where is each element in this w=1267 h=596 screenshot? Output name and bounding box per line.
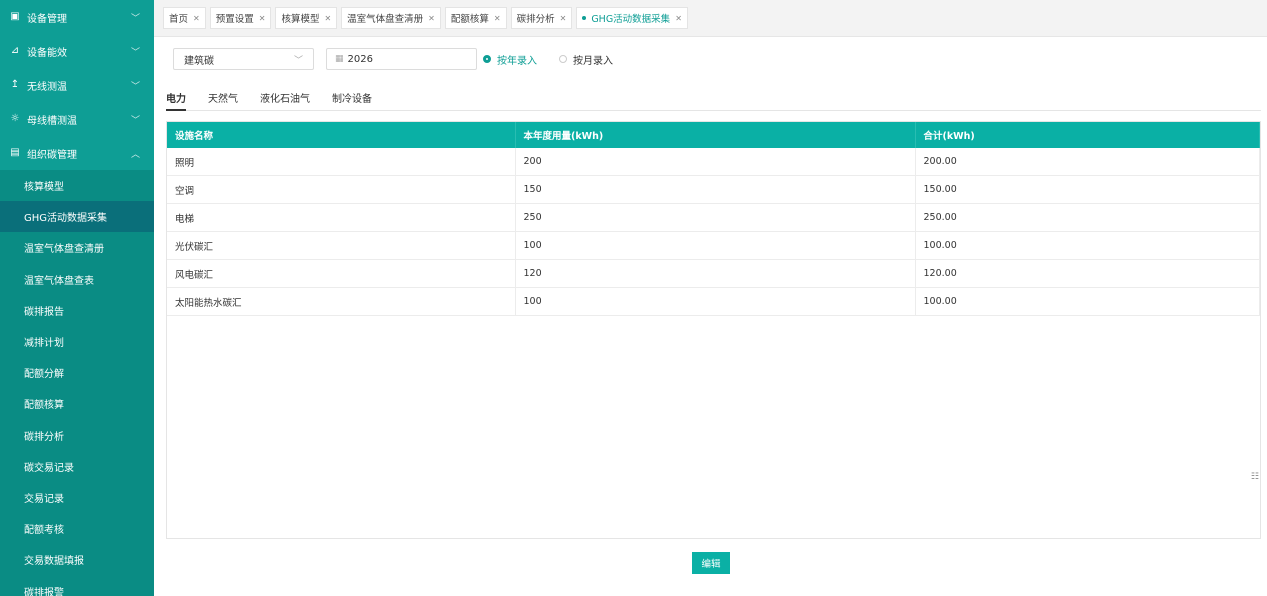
table-row: 空调 150 150.00: [167, 175, 1260, 204]
table-cell: 150.00: [915, 175, 1260, 204]
sun-icon: ☼: [10, 113, 20, 124]
sidebar-item[interactable]: 配额考核: [0, 513, 154, 544]
table-cell: 照明: [167, 148, 516, 176]
column-header: 设施名称: [167, 122, 516, 148]
sidebar-item[interactable]: 碳排报警: [0, 575, 154, 596]
tab-preset[interactable]: 预置设置 ✕: [209, 7, 272, 29]
column-settings-icon[interactable]: ☷: [1251, 472, 1259, 482]
sidebar-item[interactable]: 减排计划: [0, 326, 154, 357]
chevron-up-icon: ︿: [130, 150, 140, 160]
subtab-electricity[interactable]: 电力: [166, 90, 186, 111]
column-header: 合计(kWh): [915, 122, 1260, 148]
radio-circle: [559, 55, 567, 63]
active-dot-icon: [582, 16, 587, 20]
table-cell: 100: [515, 231, 916, 260]
table-cell: 120.00: [915, 259, 1260, 288]
sidebar-item[interactable]: 核算模型: [0, 170, 154, 201]
sidebar-item[interactable]: 配额分解: [0, 357, 154, 388]
chevron-down-icon: ﹀: [130, 116, 140, 126]
tab-model[interactable]: 核算模型 ✕: [275, 7, 338, 29]
device-icon: ▣: [10, 11, 20, 22]
energy-tabs: 电力 天然气 液化石油气 制冷设备: [166, 90, 1261, 111]
table-cell: 250.00: [915, 203, 1260, 232]
close-icon[interactable]: ✕: [324, 14, 331, 23]
chevron-down-icon: ﹀: [130, 82, 140, 92]
table-row: 太阳能热水碳汇 100 100.00: [167, 287, 1260, 316]
chevron-down-icon: ﹀: [130, 14, 140, 24]
org-icon: ▤: [10, 147, 20, 158]
table-cell: 250: [515, 203, 916, 232]
sidebar-item-active[interactable]: GHG活动数据采集: [0, 201, 154, 233]
sidebar-group-busbar-temp[interactable]: ☼ 母线槽测温 ﹀: [0, 102, 154, 136]
sidebar-group-org-carbon[interactable]: ▤ 组织碳管理 ︿: [0, 136, 154, 170]
chart-icon: ⊿: [10, 45, 20, 56]
table-header-row: 设施名称 本年度用量(kWh) 合计(kWh): [167, 122, 1260, 148]
tab-analysis[interactable]: 碳排分析 ✕: [510, 7, 573, 29]
radio-circle: [483, 55, 491, 63]
calendar-icon: ▦: [335, 54, 344, 64]
sidebar-submenu: 核算模型 GHG活动数据采集 温室气体盘查清册 温室气体盘查表 碳排报告 减排计…: [0, 170, 154, 596]
tab-bar: 首页 ✕ 预置设置 ✕ 核算模型 ✕ 温室气体盘查清册 ✕ 配额核算 ✕ 碳排分析 ✕ GH…: [154, 0, 1267, 37]
tab-ghg[interactable]: GHG活动数据采集 ✕: [576, 7, 688, 29]
data-table: 设施名称 本年度用量(kWh) 合计(kWh) 照明 200 200.00 空调…: [166, 121, 1261, 539]
radio-by-year[interactable]: 按年录入: [483, 52, 537, 67]
table-cell: 200: [515, 148, 916, 176]
close-icon[interactable]: ✕: [494, 14, 501, 23]
category-select[interactable]: 建筑碳 ﹀: [173, 48, 314, 70]
table-cell: 100.00: [915, 287, 1260, 316]
year-picker[interactable]: ▦ 2026: [326, 48, 477, 70]
table-cell: 200.00: [915, 148, 1260, 176]
table-cell: 150: [515, 175, 916, 204]
sidebar-item[interactable]: 交易数据填报: [0, 544, 154, 575]
sidebar-item[interactable]: 温室气体盘查表: [0, 264, 154, 295]
edit-button[interactable]: 编辑: [692, 552, 730, 574]
thermometer-icon: ↥: [10, 79, 20, 90]
sidebar-item[interactable]: 温室气体盘查清册: [0, 232, 154, 263]
chevron-down-icon: ﹀: [293, 55, 303, 66]
filter-bar: 建筑碳 ﹀ ▦ 2026 按年录入 按月录入: [173, 48, 613, 70]
sidebar-item[interactable]: 配额核算: [0, 388, 154, 419]
chevron-down-icon: ﹀: [130, 48, 140, 58]
close-icon[interactable]: ✕: [560, 14, 567, 23]
table-cell: 100: [515, 287, 916, 316]
sidebar-group-wireless-temp[interactable]: ↥ 无线测温 ﹀: [0, 68, 154, 102]
sidebar-item[interactable]: 碳排报告: [0, 295, 154, 326]
subtab-refrigeration[interactable]: 制冷设备: [332, 90, 372, 110]
table-cell: 120: [515, 259, 916, 288]
table-row: 光伏碳汇 100 100.00: [167, 231, 1260, 260]
sidebar-item[interactable]: 交易记录: [0, 482, 154, 513]
sidebar-group-device-management[interactable]: ▣ 设备管理 ﹀: [0, 0, 154, 34]
subtab-natural-gas[interactable]: 天然气: [208, 90, 238, 110]
sidebar-item[interactable]: 碳排分析: [0, 420, 154, 451]
table-cell: 空调: [167, 175, 516, 204]
sidebar-item[interactable]: 碳交易记录: [0, 451, 154, 482]
table-cell: 100.00: [915, 231, 1260, 260]
close-icon[interactable]: ✕: [428, 14, 435, 23]
column-header: 本年度用量(kWh): [515, 122, 916, 148]
table-row: 照明 200 200.00: [167, 148, 1260, 176]
tab-quota[interactable]: 配额核算 ✕: [444, 7, 507, 29]
tab-home[interactable]: 首页 ✕: [163, 7, 206, 29]
close-icon[interactable]: ✕: [675, 14, 682, 23]
table-cell: 光伏碳汇: [167, 231, 516, 260]
close-icon[interactable]: ✕: [193, 14, 200, 23]
tab-inventory[interactable]: 温室气体盘查清册 ✕: [341, 7, 441, 29]
radio-by-month[interactable]: 按月录入: [559, 52, 613, 67]
close-icon[interactable]: ✕: [259, 14, 266, 23]
subtab-lpg[interactable]: 液化石油气: [260, 90, 310, 110]
main-content: 首页 ✕ 预置设置 ✕ 核算模型 ✕ 温室气体盘查清册 ✕ 配额核算 ✕ 碳排分析 ✕ GH…: [154, 0, 1267, 596]
table-cell: 太阳能热水碳汇: [167, 287, 516, 316]
table-row: 电梯 250 250.00: [167, 203, 1260, 232]
table-row: 风电碳汇 120 120.00: [167, 259, 1260, 288]
table-cell: 电梯: [167, 203, 516, 232]
table-cell: 风电碳汇: [167, 259, 516, 288]
sidebar: ▣ 设备管理 ﹀ ⊿ 设备能效 ﹀ ↥ 无线测温 ﹀ ☼ 母线槽测温 ﹀ ▤ 组…: [0, 0, 154, 596]
sidebar-group-device-efficiency[interactable]: ⊿ 设备能效 ﹀: [0, 34, 154, 68]
